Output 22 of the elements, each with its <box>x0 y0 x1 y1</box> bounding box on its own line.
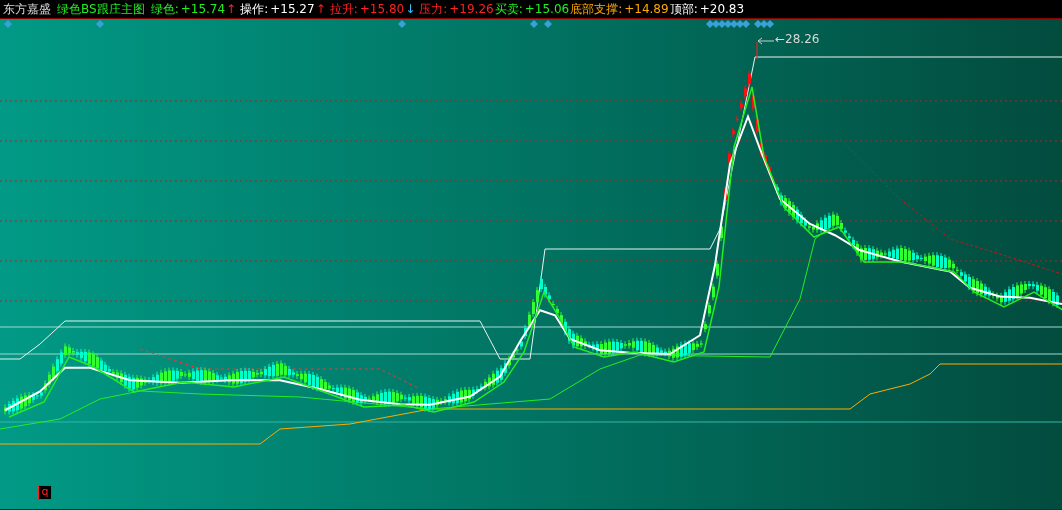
series-value: +19.26 <box>449 2 494 16</box>
series-value: +20.83 <box>699 2 745 16</box>
trend-arrow: ↑ <box>226 2 237 16</box>
series-label: 买卖: <box>494 0 523 18</box>
series-label: 压力: <box>419 0 448 18</box>
trend-arrow: ↓ <box>405 2 416 16</box>
series-label: 顶部: <box>669 0 698 18</box>
series-value: +15.27 <box>270 2 315 16</box>
corner-button[interactable]: q <box>38 485 52 500</box>
indicator-name: 绿色BS跟庄主图 <box>57 0 145 18</box>
series-label: 操作: <box>240 0 269 18</box>
app-title: 东方嘉盛 <box>3 0 51 18</box>
series-label: 底部支撑: <box>570 0 623 18</box>
series-value: +15.80 <box>359 2 405 16</box>
trend-arrow: ↑ <box>315 2 326 16</box>
series-value: +14.89 <box>624 2 669 16</box>
series-label: 绿色: <box>150 0 179 18</box>
series-value: +15.06 <box>524 2 570 16</box>
series-value: +15.74 <box>180 2 226 16</box>
price-label: ←28.26 <box>775 32 820 46</box>
leader-arrow <box>757 37 775 45</box>
series-label: 拉升: <box>329 0 358 18</box>
